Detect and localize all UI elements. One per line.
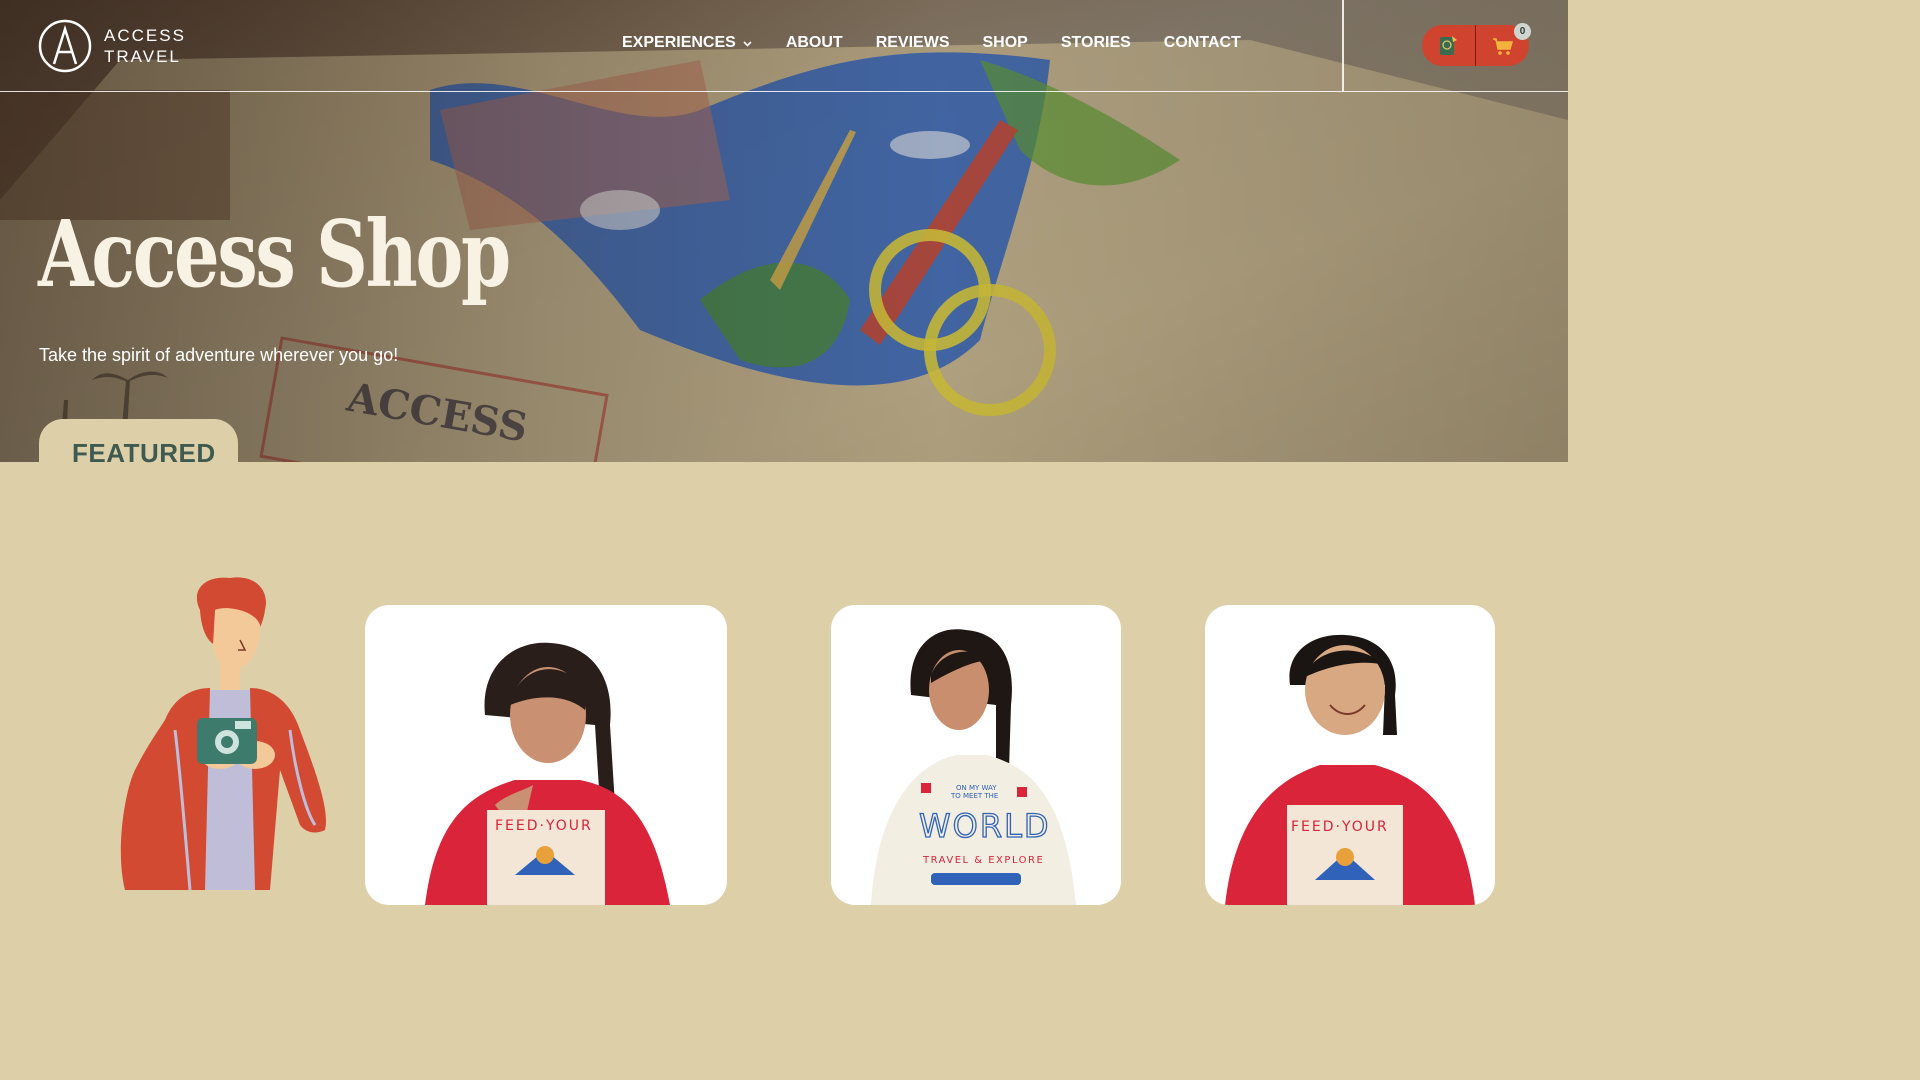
chevron-down-icon bbox=[743, 40, 752, 47]
svg-text:ON MY WAY: ON MY WAY bbox=[956, 784, 997, 792]
svg-text:FEED·YOUR: FEED·YOUR bbox=[1291, 819, 1389, 835]
svg-text:TO MEET THE: TO MEET THE bbox=[950, 792, 998, 800]
nav-stories[interactable]: STORIES bbox=[1061, 34, 1131, 52]
svg-text:FEED·YOUR: FEED·YOUR bbox=[495, 818, 593, 834]
nav-contact-label: CONTACT bbox=[1163, 34, 1241, 51]
nav-shop-label: SHOP bbox=[982, 34, 1028, 51]
brand-wordmark: ACCESS TRAVEL bbox=[104, 25, 186, 67]
svg-text:TRAVEL & EXPLORE: TRAVEL & EXPLORE bbox=[922, 855, 1044, 866]
passport-button[interactable] bbox=[1422, 25, 1475, 66]
page-title: Access Shop bbox=[38, 200, 511, 308]
brand-line-1: ACCESS bbox=[104, 26, 186, 45]
product-image: FEED·YOUR bbox=[1225, 634, 1475, 905]
brand-line-2: TRAVEL bbox=[104, 47, 181, 66]
nav-reviews[interactable]: REVIEWS bbox=[876, 34, 950, 52]
nav-experiences[interactable]: EXPERIENCES bbox=[622, 34, 753, 52]
nav-shop[interactable]: SHOP bbox=[983, 34, 1028, 52]
header-divider bbox=[1342, 0, 1344, 92]
main-nav: EXPERIENCES ABOUT REVIEWS SHOP STORIES C… bbox=[622, 34, 1241, 52]
product-card-meet-the-world-cream[interactable]: ON MY WAY TO MEET THE WORLD TRAVEL & EXP… bbox=[831, 605, 1121, 905]
product-image: ON MY WAY TO MEET THE WORLD TRAVEL & EXP… bbox=[871, 629, 1076, 905]
site-header: ACCESS TRAVEL EXPERIENCES ABOUT REVIEWS … bbox=[0, 0, 1568, 92]
header-actions bbox=[1422, 25, 1529, 66]
cart-icon bbox=[1492, 37, 1513, 55]
nav-reviews-label: REVIEWS bbox=[875, 34, 950, 51]
access-travel-logo-icon bbox=[38, 19, 92, 73]
brand-logo[interactable]: ACCESS TRAVEL bbox=[38, 19, 186, 73]
cart-count-badge: 0 bbox=[1514, 23, 1531, 40]
featured-heading: FEATURED bbox=[72, 438, 216, 468]
svg-text:WORLD: WORLD bbox=[919, 807, 1051, 845]
product-card-feed-your-soul-red-1[interactable]: FEED·YOUR bbox=[365, 605, 727, 905]
product-card-feed-your-soul-red-2[interactable]: FEED·YOUR bbox=[1205, 605, 1495, 905]
nav-about-label: ABOUT bbox=[785, 34, 843, 51]
nav-stories-label: STORIES bbox=[1060, 34, 1131, 51]
nav-experiences-label: EXPERIENCES bbox=[622, 34, 736, 51]
product-image: FEED·YOUR bbox=[425, 642, 670, 905]
nav-contact[interactable]: CONTACT bbox=[1164, 34, 1241, 52]
page-subtitle: Take the spirit of adventure wherever yo… bbox=[39, 345, 399, 365]
nav-about[interactable]: ABOUT bbox=[786, 34, 843, 52]
passport-icon bbox=[1440, 35, 1458, 55]
traveler-illustration bbox=[120, 577, 326, 890]
